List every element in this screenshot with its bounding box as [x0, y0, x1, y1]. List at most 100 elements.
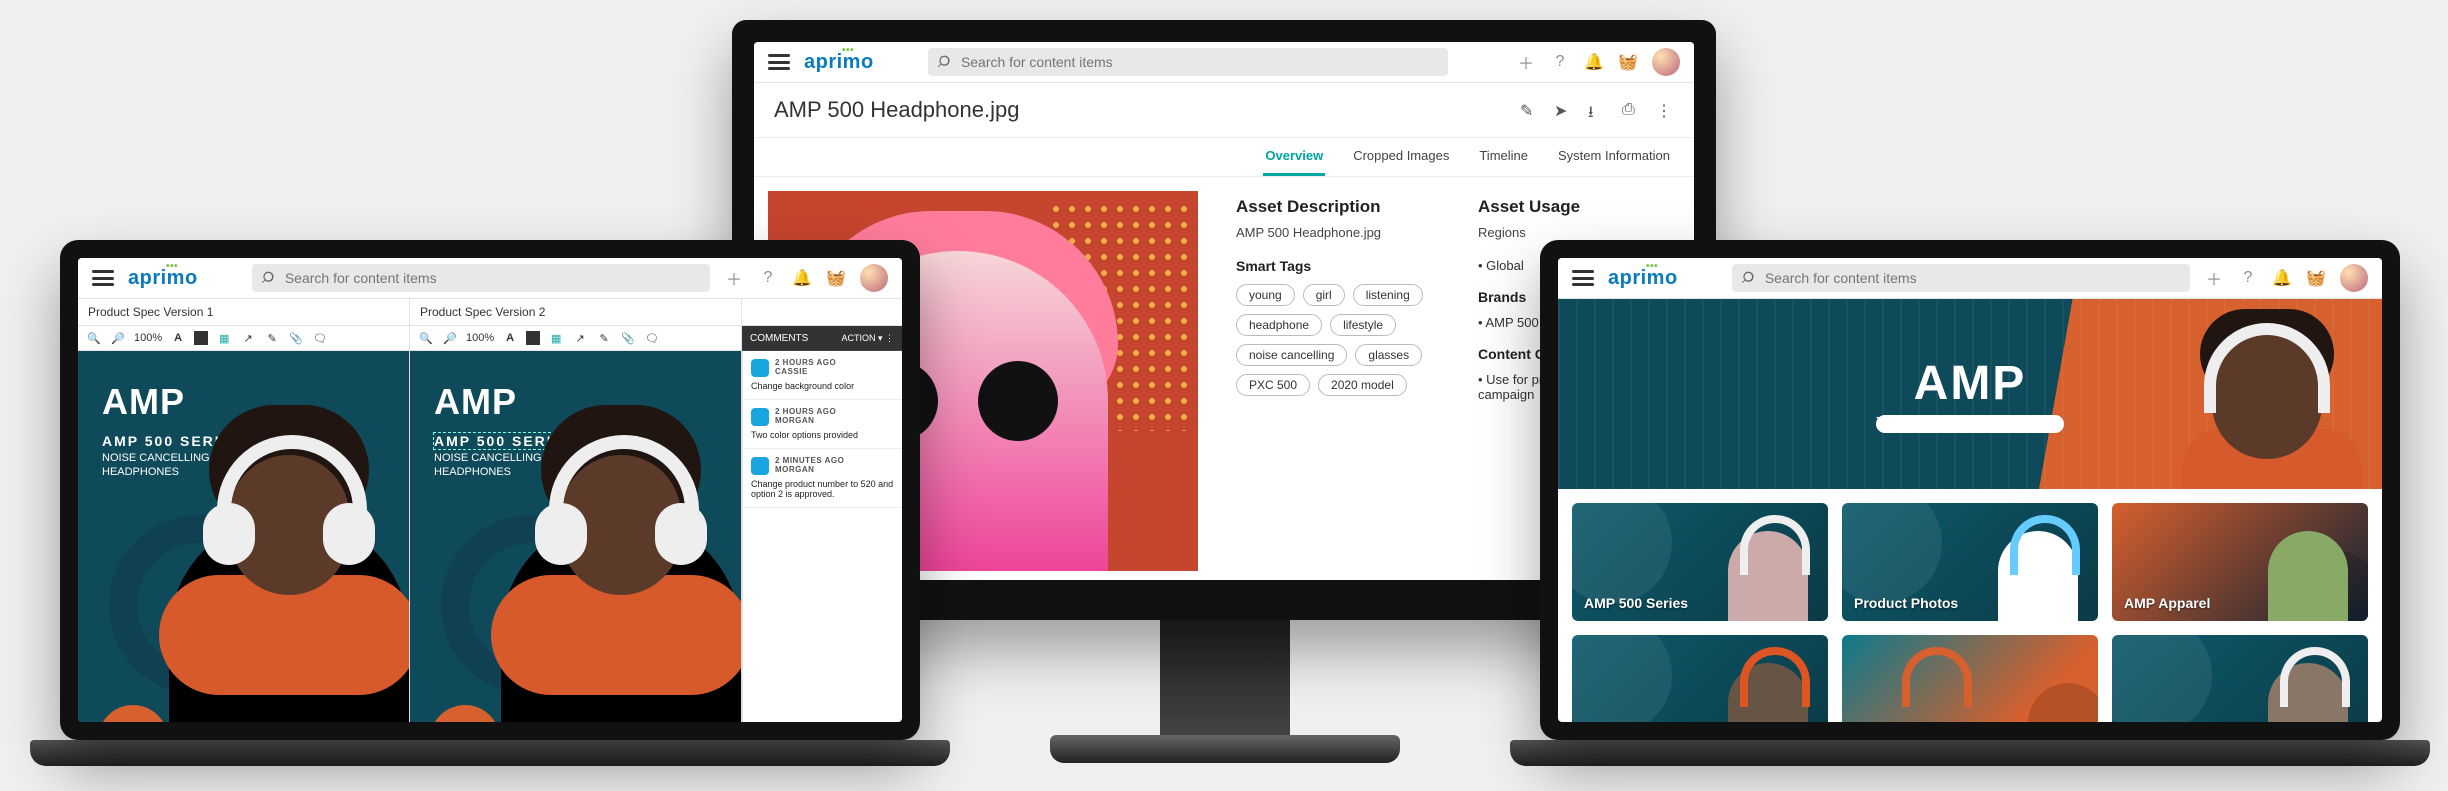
comment-avatar — [751, 359, 769, 377]
tag[interactable]: listening — [1353, 284, 1423, 306]
tab-cropped[interactable]: Cropped Images — [1351, 138, 1451, 176]
fill-tool-icon[interactable] — [526, 331, 540, 345]
pen-tool-icon[interactable]: ✎ — [596, 330, 612, 346]
text-tool-icon[interactable]: A — [170, 330, 186, 346]
bell-icon[interactable]: 🔔 — [792, 268, 812, 288]
comments-action[interactable]: ACTION ▾ ⋮ — [841, 333, 894, 344]
arrow-tool-icon[interactable]: ↗ — [572, 330, 588, 346]
search-icon — [1742, 270, 1757, 286]
header-actions: ＋ ? 🔔 🧺 — [1516, 48, 1680, 76]
zoom-value: 100% — [134, 332, 162, 344]
comment-body: Two color options provided — [751, 430, 894, 440]
help-icon[interactable]: ? — [2238, 268, 2258, 288]
add-icon[interactable]: ＋ — [724, 268, 744, 288]
version-preview-2[interactable]: AMP AMP 500 SERIES NOISE CANCELLING HEAD… — [410, 351, 742, 722]
basket-icon[interactable]: 🧺 — [1618, 52, 1638, 72]
tab-timeline[interactable]: Timeline — [1477, 138, 1530, 176]
tab-systeminfo[interactable]: System Information — [1556, 138, 1672, 176]
search-icon — [262, 270, 277, 286]
fill-tool-icon[interactable] — [194, 331, 208, 345]
search-input[interactable] — [285, 270, 700, 286]
version-preview-1[interactable]: AMP AMP 500 SERIES NOISE CANCELLING HEAD… — [78, 351, 410, 722]
zoom-out-icon[interactable]: 🔎 — [442, 330, 458, 346]
attach-tool-icon[interactable]: 📎 — [620, 330, 636, 346]
tag[interactable]: lifestyle — [1330, 314, 1396, 336]
collection-card[interactable]: Wireless Headphones — [2112, 635, 2368, 722]
add-icon[interactable]: ＋ — [1516, 52, 1536, 72]
menu-icon[interactable] — [1572, 270, 1594, 286]
brand-logo[interactable]: aprimo — [1608, 267, 1678, 290]
search-input-wrap[interactable] — [928, 48, 1448, 76]
comments-panel: 2 HOURS AGOCASSIE Change background colo… — [742, 351, 902, 722]
pen-tool-icon[interactable]: ✎ — [264, 330, 280, 346]
comment[interactable]: 2 HOURS AGOCASSIE Change background colo… — [743, 351, 902, 400]
comment-body: Change background color — [751, 381, 894, 391]
tag[interactable]: noise cancelling — [1236, 344, 1347, 366]
note-tool-icon[interactable]: 🗨 — [644, 330, 660, 346]
collection-card[interactable]: New Products — [1572, 635, 1828, 722]
brand-logo[interactable]: aprimo — [128, 267, 198, 290]
text-tool-icon[interactable]: A — [502, 330, 518, 346]
toolbar-2: 🔍 🔎 100% A ▦ ↗ ✎ 📎 🗨 — [410, 326, 742, 351]
highlight-tool-icon[interactable]: ▦ — [216, 330, 232, 346]
menu-icon[interactable] — [768, 54, 790, 70]
collection-card[interactable]: Stock Photos — [1842, 635, 2098, 722]
help-icon[interactable]: ? — [1550, 52, 1570, 72]
attach-tool-icon[interactable]: 📎 — [288, 330, 304, 346]
avatar[interactable] — [2340, 264, 2368, 292]
comment-avatar — [751, 408, 769, 426]
tag[interactable]: PXC 500 — [1236, 374, 1310, 396]
tag[interactable]: 2020 model — [1318, 374, 1407, 396]
toolbar-1: 🔍 🔎 100% A ▦ ↗ ✎ 📎 🗨 — [78, 326, 410, 351]
tag[interactable]: young — [1236, 284, 1295, 306]
menu-icon[interactable] — [92, 270, 114, 286]
brand-hero: AMP THE ART OF SOUND — [1558, 299, 2382, 489]
search-input[interactable] — [1765, 270, 2180, 286]
comment-avatar — [751, 457, 769, 475]
usage-heading: Asset Usage — [1478, 197, 1670, 217]
basket-icon[interactable]: 🧺 — [2306, 268, 2326, 288]
hero-brand: AMP — [434, 381, 517, 423]
version-label-1: Product Spec Version 1 — [78, 299, 410, 325]
tag[interactable]: headphone — [1236, 314, 1322, 336]
collection-card[interactable]: Product Photos — [1842, 503, 2098, 621]
regions-label: Regions — [1478, 225, 1670, 240]
zoom-value: 100% — [466, 332, 494, 344]
bell-icon[interactable]: 🔔 — [1584, 52, 1604, 72]
edit-icon[interactable]: ✎ — [1520, 101, 1538, 119]
search-icon — [938, 54, 953, 70]
header-actions: ＋ ? 🔔 🧺 — [724, 264, 888, 292]
asset-titlebar: AMP 500 Headphone.jpg ✎ ➤ ⭳ ⎙ ⋮ — [754, 83, 1694, 138]
arrow-tool-icon[interactable]: ↗ — [240, 330, 256, 346]
tab-overview[interactable]: Overview — [1263, 138, 1325, 176]
tag[interactable]: girl — [1303, 284, 1345, 306]
print-icon[interactable]: ⎙ — [1622, 101, 1640, 119]
highlight-tool-icon[interactable]: ▦ — [548, 330, 564, 346]
search-input-wrap[interactable] — [1732, 264, 2190, 292]
note-tool-icon[interactable]: 🗨 — [312, 330, 328, 346]
zoom-in-icon[interactable]: 🔍 — [418, 330, 434, 346]
comment[interactable]: 2 MINUTES AGOMORGAN Change product numbe… — [743, 449, 902, 508]
collection-card[interactable]: AMP 500 Series — [1572, 503, 1828, 621]
asset-tabs: Overview Cropped Images Timeline System … — [754, 138, 1694, 177]
zoom-in-icon[interactable]: 🔍 — [86, 330, 102, 346]
collection-card[interactable]: AMP Apparel — [2112, 503, 2368, 621]
share-icon[interactable]: ➤ — [1554, 101, 1572, 119]
help-icon[interactable]: ? — [758, 268, 778, 288]
avatar[interactable] — [860, 264, 888, 292]
brand-logo[interactable]: aprimo — [804, 51, 874, 74]
zoom-out-icon[interactable]: 🔎 — [110, 330, 126, 346]
desc-value: AMP 500 Headphone.jpg — [1236, 225, 1428, 240]
add-icon[interactable]: ＋ — [2204, 268, 2224, 288]
header: aprimo ＋ ? 🔔 🧺 — [754, 42, 1694, 83]
tag[interactable]: glasses — [1355, 344, 1422, 366]
more-icon[interactable]: ⋮ — [1656, 101, 1674, 119]
avatar[interactable] — [1652, 48, 1680, 76]
search-input-wrap[interactable] — [252, 264, 710, 292]
bell-icon[interactable]: 🔔 — [2272, 268, 2292, 288]
search-input[interactable] — [961, 54, 1438, 70]
basket-icon[interactable]: 🧺 — [826, 268, 846, 288]
download-icon[interactable]: ⭳ — [1588, 101, 1606, 119]
header: aprimo ＋ ? 🔔 🧺 — [78, 258, 902, 299]
comment[interactable]: 2 HOURS AGOMORGAN Two color options prov… — [743, 400, 902, 449]
